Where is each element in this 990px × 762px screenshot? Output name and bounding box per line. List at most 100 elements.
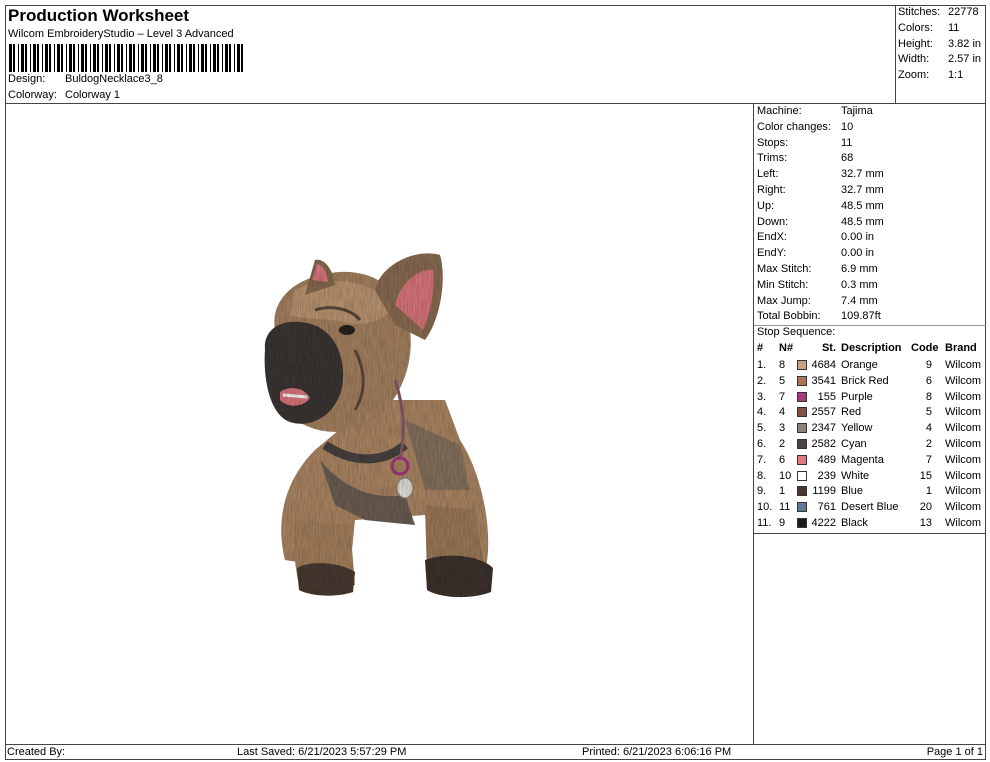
thread-brand: Wilcom [945,438,982,450]
stop-index: 6. [757,438,767,450]
needle-number: 4 [779,406,786,419]
barcode-bar [57,44,60,72]
barcode-bar [133,44,135,72]
color-description: Red [841,406,862,419]
page-title: Production Worksheet [8,6,190,25]
machine-info-key: Color changes: [757,120,831,133]
barcode [9,44,243,72]
stitch-count: 2347 [811,422,836,435]
color-description: Cyan [841,438,867,450]
machine-info-row: Up: 48.5 mm [757,200,884,212]
stitch-count: 155 [817,390,836,403]
colors-value: 11 [948,22,960,34]
barcode-bar [81,44,84,72]
needle-number: 8 [779,359,786,371]
width-label: Width: [898,53,930,65]
stop-index: 9. [757,485,767,498]
thread-brand: Wilcom [945,501,982,514]
machine-info-key: Max Jump: [757,294,811,307]
needle-number: 6 [779,453,786,466]
barcode-bar [205,44,207,72]
page-number: Page 1 of 1 [926,746,983,758]
machine-info-key: Stops: [757,136,789,149]
table-row: 8. 10 239 White 15 Wilcom [754,469,986,485]
machine-info-value: 109.87ft [841,310,881,323]
thread-brand: Wilcom [945,359,982,371]
barcode-bar [90,44,91,72]
table-row: 1. 8 4684 Orange 9 Wilcom [754,358,986,374]
colorway-row: Colorway: Colorway 1 [8,89,120,101]
colorway-label: Colorway: [8,89,57,101]
header-num: # [757,342,764,354]
barcode-bar [37,44,39,72]
stitch-count: 1199 [812,485,836,498]
barcode-bar [217,44,219,72]
thread-brand: Wilcom [945,469,982,482]
thread-brand: Wilcom [945,390,982,403]
barcode-bar [177,44,180,72]
barcode-bar [126,44,127,72]
color-swatch [797,423,807,434]
zoom-value: 1:1 [948,69,964,81]
color-swatch [797,439,807,449]
stitch-count: 4684 [811,359,836,371]
machine-info-value: 11 [841,136,853,149]
stop-index: 4. [757,406,767,419]
machine-info-row: Left: 32.7 mm [757,168,884,180]
color-description: Purple [841,390,873,403]
machine-info-row: EndY: 0.00 in [757,247,874,259]
barcode-bar [181,44,183,72]
machine-info-value: 48.5 mm [841,199,884,212]
color-swatch [797,407,807,418]
needle-number: 2 [779,438,786,450]
barcode-bar [222,44,223,72]
stitch-count: 239 [817,469,836,482]
machine-info-row: Trims: 68 [757,152,853,164]
stitch-count: 2582 [811,438,836,450]
table-row: 5. 3 2347 Yellow 4 Wilcom [754,421,986,437]
embroidery-design-preview [264,253,493,598]
machine-info-row: Color changes: 10 [757,121,853,133]
barcode-bar [30,44,31,72]
machine-info-value: 0.00 in [841,231,875,244]
barcode-bar [9,44,12,72]
design-label: Design: [8,73,46,85]
barcode-bar [150,44,151,72]
barcode-bar [69,44,72,72]
stop-index: 8. [757,469,767,482]
worksheet-header: Production Worksheet Wilcom EmbroiderySt… [5,5,896,104]
barcode-bar [237,44,240,72]
table-row: 3. 7 155 Purple 8 Wilcom [754,390,986,406]
barcode-bar [85,44,87,72]
needle-number: 10 [779,469,792,482]
software-subtitle: Wilcom EmbroideryStudio – Level 3 Advanc… [8,28,234,40]
barcode-bar [165,44,168,72]
machine-info-value: 0.3 mm [841,278,878,291]
stitch-count: 4222 [811,517,836,529]
machine-info-panel: Machine: Tajima Color changes: 10 Stops: 11 Tr… [753,104,986,534]
barcode-bar [141,44,144,72]
color-swatch [797,518,807,528]
color-description: Yellow [841,422,873,435]
stop-sequence-label: Stop Sequence: [757,326,836,338]
thread-brand: Wilcom [945,374,982,387]
width-value: 2.57 in [948,53,982,65]
barcode-bar [145,44,147,72]
color-code: 2 [925,438,932,450]
stop-index: 1. [757,359,767,371]
table-row: 6. 2 2582 Cyan 2 Wilcom [754,437,986,453]
machine-info-row: Min Stitch: 0.3 mm [757,279,878,291]
color-code: 15 [919,469,932,482]
color-swatch [797,454,807,465]
machine-info-key: EndX: [757,231,787,244]
machine-info-key: EndY: [757,247,787,260]
needle-number: 1 [779,485,786,498]
barcode-bar [225,44,228,72]
machine-info-row: EndX: 0.00 in [757,231,874,243]
stop-index: 2. [757,374,767,387]
color-swatch [797,502,807,513]
barcode-bar [138,44,139,72]
color-description: Blue [841,485,864,498]
stitch-count: 2557 [811,406,836,419]
machine-info-value: 6.9 mm [841,263,878,275]
